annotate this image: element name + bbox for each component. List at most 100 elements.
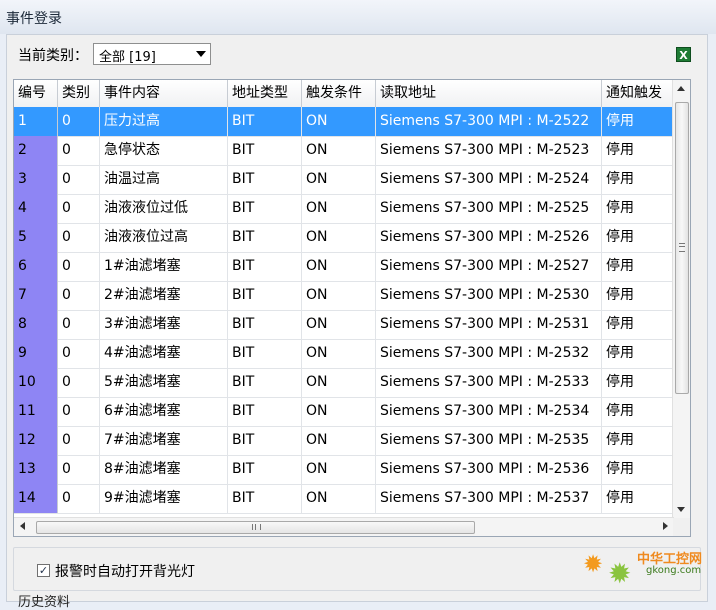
cell-read-address: Siemens S7-300 MPI : M-2525 [376,194,602,223]
cell-trigger: ON [302,252,376,281]
table-row[interactable]: 4 0 油液液位过低 BIT ON Siemens S7-300 MPI : M-2525… [14,194,674,224]
cell-number: 4 [14,194,58,223]
cell-notify: 停用 [602,368,674,397]
cell-read-address: Siemens S7-300 MPI : M-2536 [376,455,602,484]
cell-address-type: BIT [228,339,302,368]
scroll-corner [673,518,690,536]
scroll-left-icon[interactable] [20,522,25,530]
cell-trigger: ON [302,339,376,368]
cell-notify: 停用 [602,165,674,194]
cell-trigger: ON [302,223,376,252]
cell-event-content: 8#油滤堵塞 [100,455,228,484]
cell-address-type: BIT [228,281,302,310]
table-row[interactable]: 7 0 2#油滤堵塞 BIT ON Siemens S7-300 MPI : M-2530… [14,281,674,311]
table-row[interactable]: 8 0 3#油滤堵塞 BIT ON Siemens S7-300 MPI : M-2531… [14,310,674,340]
header-col-number[interactable]: 编号 [14,80,58,107]
backlight-checkbox-label[interactable]: 报警时自动打开背光灯 [55,561,195,581]
cell-read-address: Siemens S7-300 MPI : M-2524 [376,165,602,194]
table-row[interactable]: 2 0 急停状态 BIT ON Siemens S7-300 MPI : M-2523 停用 [14,136,674,166]
table-row[interactable]: 3 0 油温过高 BIT ON Siemens S7-300 MPI : M-2524 停用 [14,165,674,195]
cell-notify: 停用 [602,426,674,455]
cell-event-content: 油温过高 [100,165,228,194]
cell-address-type: BIT [228,397,302,426]
cell-read-address: Siemens S7-300 MPI : M-2530 [376,281,602,310]
table-row[interactable]: 9 0 4#油滤堵塞 BIT ON Siemens S7-300 MPI : M-2532… [14,339,674,369]
table-row[interactable]: 14 0 9#油滤堵塞 BIT ON Siemens S7-300 MPI : M-253… [14,484,674,514]
cell-trigger: ON [302,136,376,165]
table-row[interactable]: 6 0 1#油滤堵塞 BIT ON Siemens S7-300 MPI : M-2527… [14,252,674,282]
cell-number: 1 [14,107,58,136]
history-section-label: 历史资料 [18,595,71,610]
cell-event-content: 油液液位过低 [100,194,228,223]
cell-number: 3 [14,165,58,194]
cell-category: 0 [58,107,100,136]
title-bar: 事件登录 [0,0,716,34]
cell-number: 10 [14,368,58,397]
scroll-right-icon[interactable] [663,522,668,530]
gear-icon: ✹ [583,550,604,578]
category-dropdown[interactable]: 全部 [19] [93,43,211,65]
excel-export-icon[interactable]: X [676,47,691,62]
cell-category: 0 [58,310,100,339]
window-title: 事件登录 [6,11,62,27]
header-col-category[interactable]: 类别 [58,80,100,107]
table-row[interactable]: 11 0 6#油滤堵塞 BIT ON Siemens S7-300 MPI : M-253… [14,397,674,427]
cell-number: 6 [14,252,58,281]
header-col-trigger[interactable]: 触发条件 [302,80,376,107]
cell-event-content: 1#油滤堵塞 [100,252,228,281]
cell-category: 0 [58,484,100,513]
header-col-event-content[interactable]: 事件内容 [100,80,228,107]
cell-read-address: Siemens S7-300 MPI : M-2523 [376,136,602,165]
scroll-down-icon[interactable] [677,507,685,512]
cell-category: 0 [58,136,100,165]
grip-icon [679,243,685,252]
gear-icon: ✹ [608,557,632,590]
cell-event-content: 6#油滤堵塞 [100,397,228,426]
cell-notify: 停用 [602,194,674,223]
cell-trigger: ON [302,426,376,455]
cell-event-content: 5#油滤堵塞 [100,368,228,397]
watermark-url: gkong.com [646,565,702,576]
cell-notify: 停用 [602,484,674,513]
cell-notify: 停用 [602,281,674,310]
event-table: 编号 类别 事件内容 地址类型 触发条件 读取地址 通知触发 1 0 压力过高 BIT ON Siem… [13,79,691,537]
table-row[interactable]: 12 0 7#油滤堵塞 BIT ON Siemens S7-300 MPI : M-253… [14,426,674,456]
cell-read-address: Siemens S7-300 MPI : M-2532 [376,339,602,368]
cell-read-address: Siemens S7-300 MPI : M-2531 [376,310,602,339]
cell-read-address: Siemens S7-300 MPI : M-2535 [376,426,602,455]
header-col-address-type[interactable]: 地址类型 [228,80,302,107]
cell-trigger: ON [302,281,376,310]
table-row[interactable]: 13 0 8#油滤堵塞 BIT ON Siemens S7-300 MPI : M-253… [14,455,674,485]
cell-read-address: Siemens S7-300 MPI : M-2527 [376,252,602,281]
category-label: 当前类别： [18,48,88,64]
header-col-read-address[interactable]: 读取地址 [376,80,602,107]
cell-category: 0 [58,223,100,252]
cell-read-address: Siemens S7-300 MPI : M-2537 [376,484,602,513]
cell-number: 9 [14,339,58,368]
table-row[interactable]: 5 0 油液液位过高 BIT ON Siemens S7-300 MPI : M-2526… [14,223,674,253]
cell-read-address: Siemens S7-300 MPI : M-2534 [376,397,602,426]
chevron-down-icon [196,51,206,57]
cell-trigger: ON [302,397,376,426]
table-row[interactable]: 1 0 压力过高 BIT ON Siemens S7-300 MPI : M-2522 停用 [14,107,674,137]
cell-notify: 停用 [602,310,674,339]
header-col-notify[interactable]: 通知触发 [602,80,674,107]
horizontal-scrollbar[interactable] [14,517,674,536]
cell-event-content: 急停状态 [100,136,228,165]
cell-notify: 停用 [602,107,674,136]
cell-trigger: ON [302,455,376,484]
cell-category: 0 [58,252,100,281]
vertical-scrollbar[interactable] [672,80,690,518]
cell-number: 12 [14,426,58,455]
cell-trigger: ON [302,368,376,397]
horizontal-scroll-thumb[interactable] [36,521,475,534]
cell-address-type: BIT [228,194,302,223]
cell-notify: 停用 [602,223,674,252]
backlight-checkbox[interactable]: ✓ [37,564,50,577]
cell-notify: 停用 [602,455,674,484]
scroll-up-icon[interactable] [677,86,685,91]
table-row[interactable]: 10 0 5#油滤堵塞 BIT ON Siemens S7-300 MPI : M-253… [14,368,674,398]
vertical-scroll-thumb[interactable] [675,102,689,394]
cell-notify: 停用 [602,252,674,281]
cell-notify: 停用 [602,339,674,368]
